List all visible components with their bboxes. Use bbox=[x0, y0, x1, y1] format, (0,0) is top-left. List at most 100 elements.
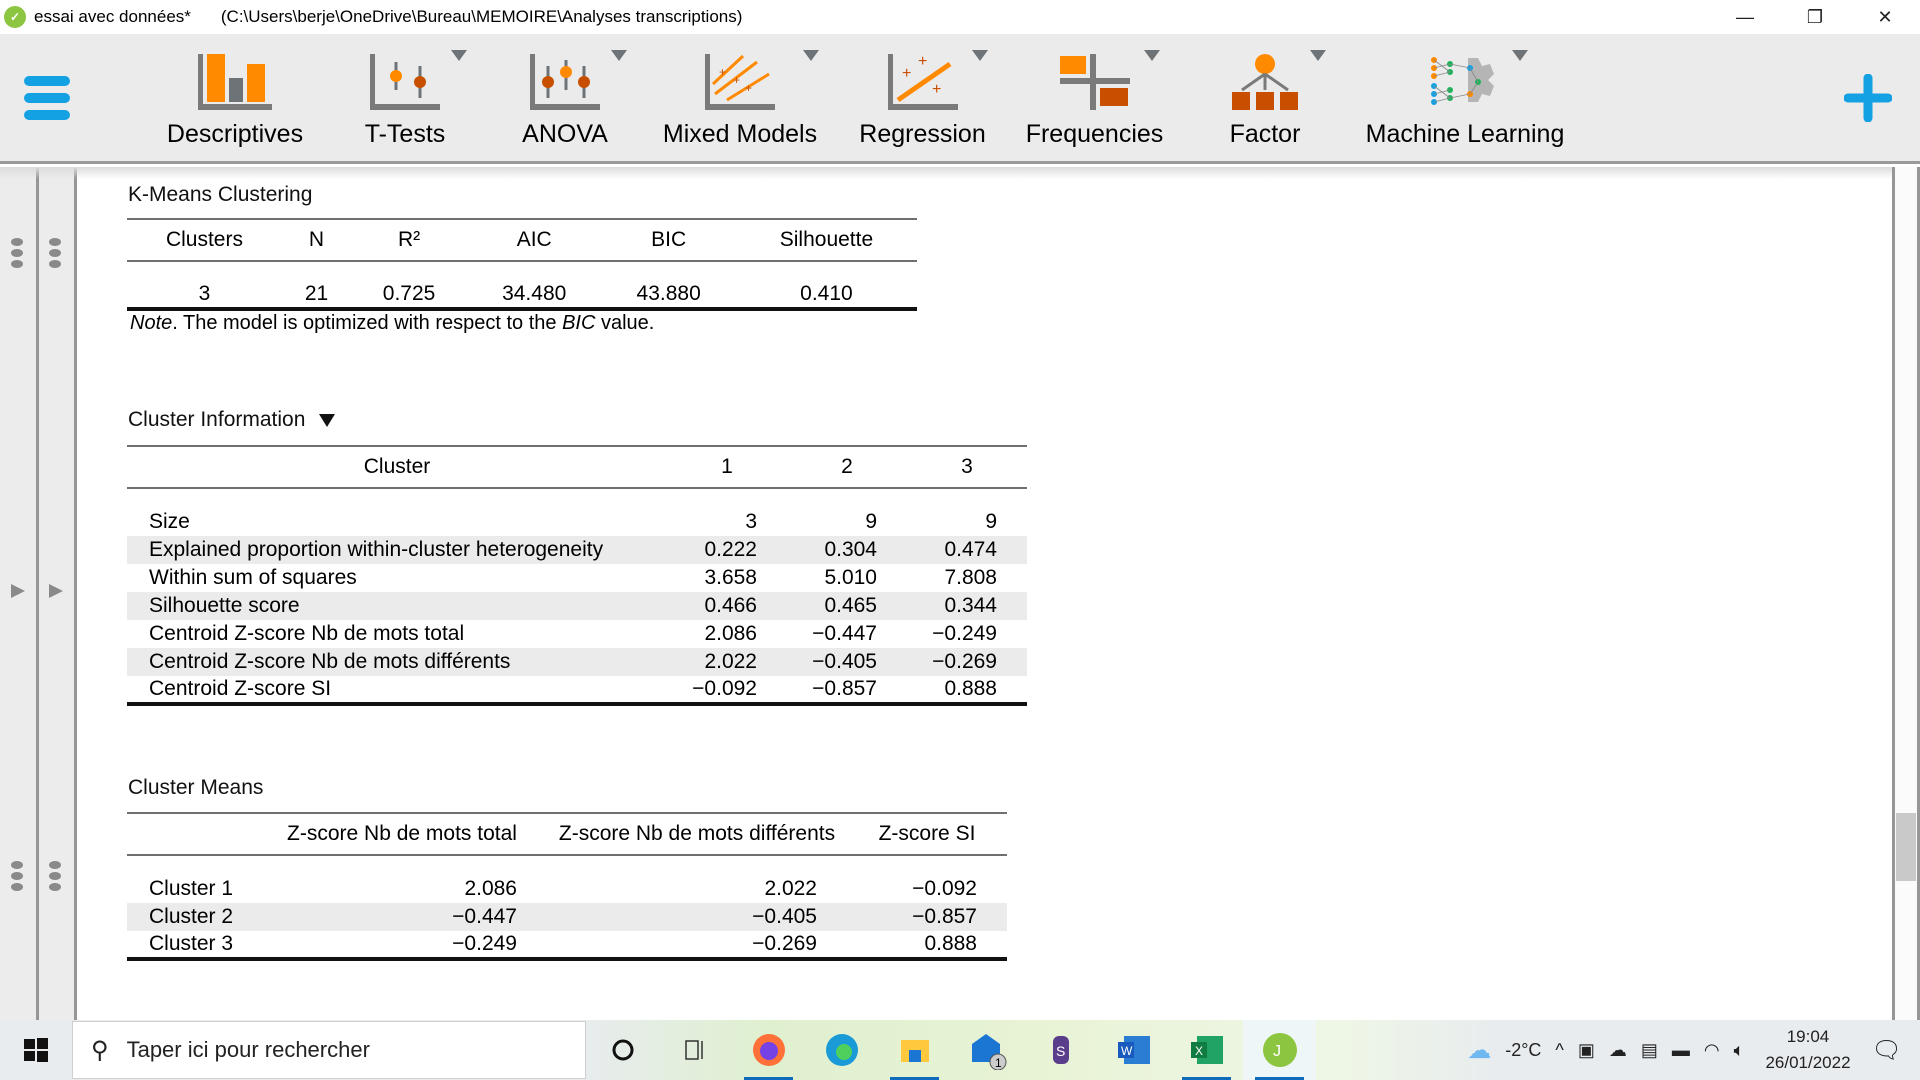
drag-handle-icon[interactable] bbox=[49, 238, 61, 271]
table-cell: 0.465 bbox=[787, 592, 907, 620]
drag-handle-icon[interactable] bbox=[11, 861, 23, 894]
table-row: Cluster 1 2.086 2.022 −0.092 bbox=[127, 875, 1007, 903]
windows-start-icon[interactable] bbox=[0, 1020, 72, 1080]
clock-time: 19:04 bbox=[1786, 1027, 1830, 1046]
restore-button[interactable]: ❐ bbox=[1780, 0, 1850, 34]
scrollbar-thumb[interactable] bbox=[1896, 813, 1916, 881]
table-cell: −0.092 bbox=[667, 676, 787, 706]
table-cell: 0.888 bbox=[847, 931, 1007, 961]
word-icon[interactable]: W bbox=[1097, 1020, 1170, 1080]
note-emphasis: BIC bbox=[562, 312, 596, 334]
excel-icon[interactable]: X bbox=[1170, 1020, 1243, 1080]
table-cell: 0.888 bbox=[907, 676, 1027, 706]
table-cell: 2.022 bbox=[764, 877, 817, 900]
meet-now-icon[interactable]: ▣ bbox=[1578, 1040, 1595, 1061]
ribbon-frequencies[interactable]: Frequencies bbox=[1022, 48, 1167, 149]
ribbon-factor[interactable]: Factor bbox=[1210, 48, 1326, 149]
cluster-means-table: Z-score Nb de mots total Z-score Nb de m… bbox=[127, 812, 1007, 961]
file-explorer-icon[interactable] bbox=[878, 1020, 951, 1080]
ribbon-regression[interactable]: + + + Regression bbox=[850, 48, 995, 149]
svg-text:X: X bbox=[1195, 1044, 1203, 1058]
table-cell: 34.480 bbox=[466, 281, 602, 311]
wifi-icon[interactable]: ◠ bbox=[1704, 1040, 1720, 1061]
search-icon: ⚲ bbox=[91, 1036, 109, 1064]
system-tray: ☁ -2°C ^ ▣ ☁ ▤ ▬ ◠ 🔈︎ 19:04 26/01/2022 🗨… bbox=[1460, 1024, 1920, 1076]
battery-icon[interactable]: ▬ bbox=[1672, 1040, 1690, 1061]
svg-text:+: + bbox=[733, 73, 740, 87]
expand-analysis-panel-icon[interactable] bbox=[49, 584, 63, 598]
search-placeholder: Taper ici pour rechercher bbox=[126, 1037, 370, 1062]
kmeans-title: K-Means Clustering bbox=[128, 183, 313, 206]
table-cell: −0.269 bbox=[547, 931, 847, 961]
table-cell: 0.474 bbox=[907, 536, 1027, 564]
window-path: (C:\Users\berje\OneDrive\Bureau\MEMOIRE\… bbox=[220, 7, 743, 26]
table-cell: 5.010 bbox=[824, 566, 877, 589]
volume-icon[interactable]: 🔈︎ bbox=[1734, 1040, 1745, 1061]
column-header: Z-score SI bbox=[847, 812, 1007, 856]
edge-icon[interactable] bbox=[805, 1020, 878, 1080]
bar-chart-icon bbox=[160, 48, 310, 110]
winrar-icon[interactable]: S bbox=[1024, 1020, 1097, 1080]
display-icon[interactable]: ▤ bbox=[1641, 1040, 1658, 1061]
minimize-button[interactable]: — bbox=[1710, 0, 1780, 34]
add-module-plus-icon[interactable] bbox=[1843, 73, 1893, 123]
expand-data-panel-icon[interactable] bbox=[11, 584, 25, 598]
close-button[interactable]: ✕ bbox=[1850, 0, 1920, 34]
jasp-taskbar-icon[interactable]: J bbox=[1243, 1020, 1316, 1080]
drag-handle-icon[interactable] bbox=[11, 238, 23, 271]
column-header: AIC bbox=[466, 218, 602, 262]
svg-text:W: W bbox=[1121, 1044, 1133, 1058]
table-cell: −0.249 bbox=[932, 622, 997, 645]
task-view-icon[interactable] bbox=[659, 1020, 732, 1080]
ribbon-anova[interactable]: ANOVA bbox=[505, 48, 627, 149]
show-hidden-icons-chevron-icon[interactable]: ^ bbox=[1555, 1040, 1563, 1061]
taskbar-search-input[interactable]: ⚲ Taper ici pour rechercher bbox=[72, 1021, 586, 1079]
table-row: Cluster 3 −0.249 −0.269 0.888 bbox=[127, 931, 1007, 961]
onedrive-icon[interactable]: ☁ bbox=[1609, 1040, 1627, 1061]
table-header-row: Z-score Nb de mots total Z-score Nb de m… bbox=[127, 812, 1007, 856]
ribbon-t-tests[interactable]: T-Tests bbox=[345, 48, 467, 149]
cortana-icon[interactable] bbox=[586, 1020, 659, 1080]
kmeans-note: Note. The model is optimized with respec… bbox=[130, 312, 654, 335]
panel-divider[interactable] bbox=[74, 167, 77, 1020]
svg-text:S: S bbox=[1056, 1043, 1065, 1059]
window-title: essai avec données* bbox=[34, 7, 191, 26]
ribbon-label: Machine Learning bbox=[1365, 120, 1565, 148]
cluster-information-table: Cluster 1 2 3 Size 3 9 9 Explained proportio… bbox=[127, 445, 1027, 706]
table-cell: −0.447 bbox=[812, 622, 877, 645]
weather-cloud-icon[interactable]: ☁ bbox=[1467, 1036, 1491, 1065]
factor-icon bbox=[1210, 48, 1326, 110]
notification-center-icon[interactable]: 🗨︎ bbox=[1872, 1036, 1902, 1065]
svg-text:+: + bbox=[745, 81, 752, 95]
ribbon-mixed-models[interactable]: + + + Mixed Models bbox=[655, 48, 825, 149]
table-cell: 7.808 bbox=[944, 566, 997, 589]
table-row: 3 21 0.725 34.480 43.880 0.410 bbox=[127, 281, 917, 311]
panel-divider[interactable] bbox=[36, 167, 39, 1020]
ribbon-label: Mixed Models bbox=[662, 120, 818, 148]
vertical-scrollbar[interactable] bbox=[1895, 167, 1920, 1020]
column-header: 1 bbox=[667, 445, 787, 489]
column-header bbox=[127, 812, 257, 856]
mixed-models-icon: + + + bbox=[655, 48, 825, 110]
ribbon-descriptives[interactable]: Descriptives bbox=[160, 48, 310, 149]
svg-text:+: + bbox=[902, 65, 911, 82]
firefox-icon[interactable] bbox=[732, 1020, 805, 1080]
drag-handle-icon[interactable] bbox=[49, 861, 61, 894]
collapse-caret-icon[interactable] bbox=[319, 413, 336, 427]
dropdown-caret-icon bbox=[972, 50, 988, 61]
dropdown-caret-icon bbox=[1512, 50, 1528, 61]
weather-temperature[interactable]: -2°C bbox=[1505, 1040, 1541, 1061]
hamburger-menu-icon[interactable] bbox=[24, 76, 70, 122]
mail-icon[interactable]: 1 bbox=[951, 1020, 1024, 1080]
ribbon-toolbar: Descriptives T-Tests ANOVA + + + Mixed Mod… bbox=[0, 34, 1920, 164]
table-header-row: Clusters N R² AIC BIC Silhouette bbox=[127, 218, 917, 262]
taskbar-clock[interactable]: 19:04 26/01/2022 bbox=[1765, 1024, 1850, 1076]
table-cell: −0.447 bbox=[257, 903, 547, 931]
ribbon-shadow bbox=[0, 167, 1920, 179]
frequencies-icon bbox=[1022, 48, 1167, 110]
table-cell: 2.086 bbox=[464, 877, 517, 900]
regression-icon: + + + bbox=[850, 48, 995, 110]
dropdown-caret-icon bbox=[1144, 50, 1160, 61]
ribbon-machine-learning[interactable]: Machine Learning bbox=[1360, 48, 1570, 149]
row-label: Cluster 1 bbox=[149, 877, 234, 900]
